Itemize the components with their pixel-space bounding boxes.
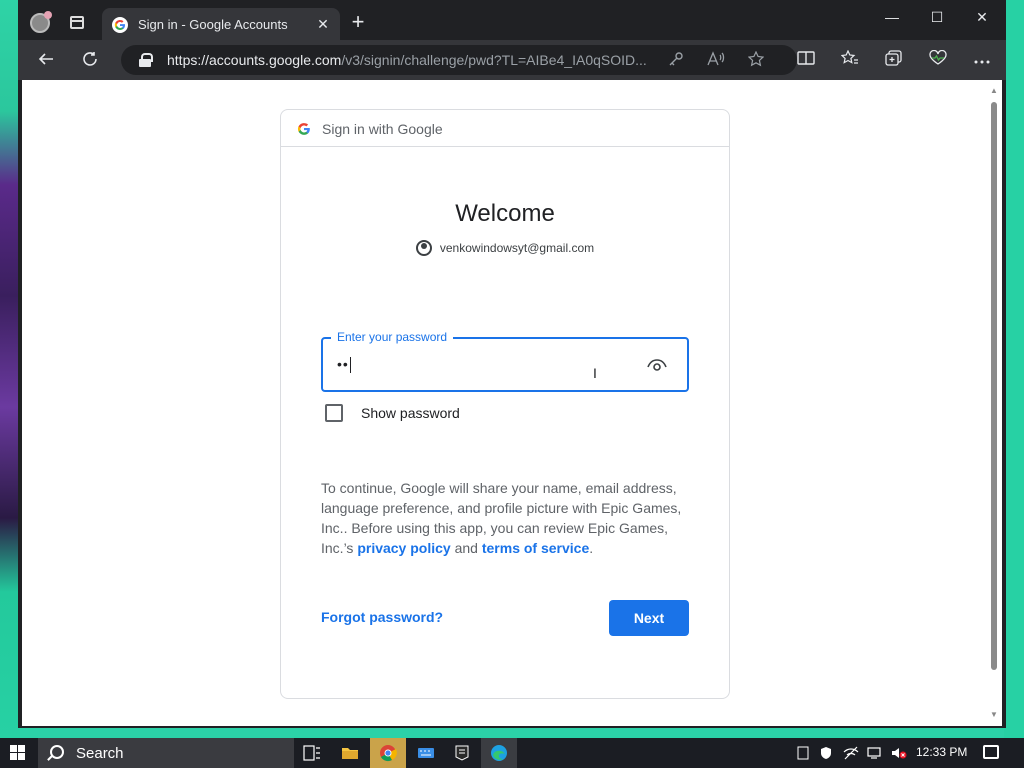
minimize-button[interactable]: — [870,6,914,28]
new-tab-button[interactable]: + [348,11,368,33]
taskbar-clock[interactable]: 12:33 PM [916,745,967,759]
security-shield-icon[interactable] [819,746,833,760]
url-text: https://accounts.google.com/v3/signin/ch… [167,52,647,68]
browser-essentials-icon[interactable] [928,49,948,70]
network-disconnected-icon[interactable] [843,746,859,760]
split-screen-icon[interactable] [796,50,816,70]
next-button[interactable]: Next [609,600,689,636]
task-view-icon[interactable] [294,738,330,768]
read-aloud-icon[interactable] [707,51,725,69]
password-input-value[interactable]: •• [337,356,351,374]
scroll-down-icon[interactable]: ▼ [989,710,999,720]
page-viewport: Sign in with Google Welcome venkowindows… [22,80,1002,726]
favorites-icon[interactable] [840,49,860,70]
lock-icon[interactable] [139,53,153,67]
show-password-label: Show password [361,405,460,421]
browser-toolbar: https://accounts.google.com/v3/signin/ch… [18,40,1006,80]
address-bar[interactable]: https://accounts.google.com/v3/signin/ch… [121,45,797,75]
privacy-policy-link[interactable]: privacy policy [357,540,450,556]
file-explorer-icon[interactable] [332,738,368,768]
text-cursor-icon: I [593,365,597,381]
vertical-scrollbar[interactable]: ▲ ▼ [986,80,1002,726]
search-icon [50,745,64,759]
consent-text: To continue, Google will share your name… [321,480,682,556]
maximize-button[interactable]: ☐ [915,6,959,28]
back-arrow-icon [38,53,53,65]
eye-icon[interactable] [647,357,667,373]
desktop-background-left [0,0,20,740]
account-email: venkowindowsyt@gmail.com [439,241,595,255]
reload-icon [83,52,97,66]
card-header-title: Sign in with Google [322,121,443,137]
tab-bar: Sign in - Google Accounts ✕ + — ☐ ✕ [18,0,1006,40]
google-logo-icon [297,122,311,136]
favorite-star-icon[interactable] [747,50,765,69]
epic-games-icon[interactable] [444,738,480,768]
chrome-taskbar-icon[interactable] [370,738,406,768]
taskbar-search-text: Search [76,745,124,762]
display-icon[interactable] [867,746,881,760]
profile-avatar[interactable] [30,11,52,33]
forgot-password-link[interactable]: Forgot password? [321,609,443,625]
taskbar: Search 12:33 PM [0,738,1024,768]
password-field[interactable]: Enter your password •• I [321,330,689,392]
text-caret [349,357,351,374]
password-field-label: Enter your password [331,330,454,344]
show-password-checkbox[interactable] [325,404,343,422]
scroll-up-icon[interactable]: ▲ [989,86,999,96]
terms-of-service-link[interactable]: terms of service [482,540,589,556]
desktop-background-right [1004,0,1024,740]
tab-sign-in[interactable]: Sign in - Google Accounts ✕ [102,8,340,40]
epic-tray-icon[interactable] [796,746,810,760]
collections-icon[interactable] [884,50,904,70]
back-button[interactable] [36,50,56,70]
notification-center-icon[interactable] [983,745,999,759]
more-menu-icon[interactable] [972,50,992,70]
windows-start-icon[interactable] [10,745,26,761]
card-header: Sign in with Google [281,110,729,147]
account-chip[interactable]: venkowindowsyt@gmail.com [281,240,729,260]
key-icon[interactable] [667,51,685,69]
tab-close-icon[interactable]: ✕ [314,15,332,33]
keyboard-app-icon[interactable] [408,738,444,768]
sign-in-card: Sign in with Google Welcome venkowindows… [280,109,730,699]
google-favicon-icon [112,17,128,33]
show-password-toggle[interactable]: Show password [325,404,460,422]
edge-taskbar-icon[interactable] [481,738,517,768]
page-title: Welcome [455,200,555,227]
scroll-thumb[interactable] [991,102,997,670]
close-window-button[interactable]: ✕ [960,6,1004,28]
browser-window: Sign in - Google Accounts ✕ + — ☐ ✕ http… [18,0,1006,728]
tab-actions-icon[interactable] [70,16,84,29]
reload-button[interactable] [80,50,100,70]
account-circle-icon [415,240,432,256]
tab-title: Sign in - Google Accounts [138,17,288,32]
taskbar-search[interactable]: Search [38,738,294,768]
volume-muted-icon[interactable] [891,746,907,760]
